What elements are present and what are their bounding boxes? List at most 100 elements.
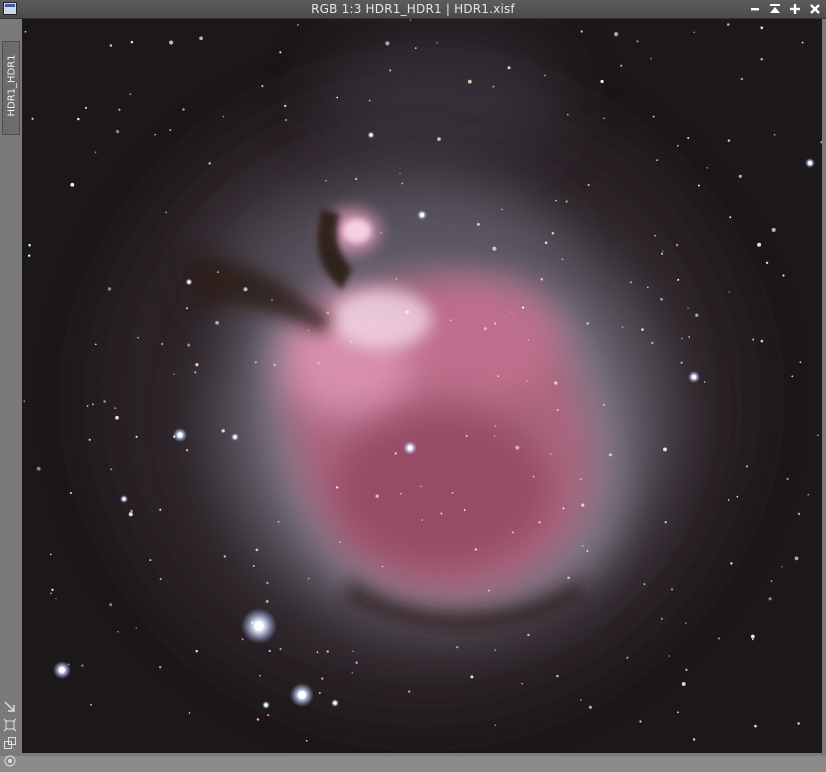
star bbox=[256, 718, 260, 721]
star bbox=[135, 627, 137, 629]
star bbox=[279, 647, 282, 651]
star bbox=[115, 415, 119, 420]
star bbox=[681, 337, 683, 340]
lock-view-button[interactable] bbox=[3, 754, 17, 768]
close-icon bbox=[810, 4, 820, 14]
star bbox=[736, 495, 739, 498]
star bbox=[511, 531, 514, 534]
star bbox=[305, 739, 308, 742]
star bbox=[760, 57, 763, 61]
star bbox=[172, 435, 176, 438]
star bbox=[567, 576, 570, 580]
star bbox=[515, 445, 520, 450]
star bbox=[608, 453, 612, 457]
star bbox=[661, 252, 663, 255]
star bbox=[88, 438, 91, 441]
shade-button[interactable] bbox=[768, 2, 782, 16]
star bbox=[656, 159, 658, 161]
star bbox=[768, 597, 772, 601]
star bbox=[750, 634, 755, 639]
star bbox=[307, 577, 310, 580]
star bbox=[549, 453, 552, 455]
star bbox=[614, 32, 619, 37]
star bbox=[562, 507, 565, 510]
star bbox=[681, 682, 686, 686]
star bbox=[194, 371, 197, 374]
star bbox=[668, 655, 671, 657]
star bbox=[115, 129, 120, 134]
star bbox=[51, 588, 54, 591]
star bbox=[654, 234, 657, 237]
minimize-button[interactable] bbox=[748, 2, 762, 16]
star bbox=[284, 118, 288, 122]
star bbox=[697, 184, 700, 187]
star bbox=[436, 41, 438, 44]
star bbox=[243, 287, 248, 292]
fit-arrow-icon bbox=[4, 701, 15, 712]
star bbox=[476, 222, 480, 226]
star bbox=[268, 649, 271, 653]
star bbox=[375, 494, 379, 498]
star bbox=[222, 115, 225, 118]
star bbox=[538, 521, 541, 524]
star bbox=[165, 211, 168, 214]
star bbox=[757, 242, 762, 247]
star bbox=[114, 407, 117, 409]
star bbox=[259, 674, 261, 677]
star bbox=[252, 564, 255, 568]
star bbox=[463, 509, 466, 511]
star bbox=[726, 23, 730, 26]
star bbox=[408, 690, 411, 693]
star bbox=[754, 724, 757, 728]
image-canvas[interactable] bbox=[22, 19, 822, 753]
star bbox=[31, 117, 34, 120]
nebula-image bbox=[22, 19, 822, 753]
reset-view-button[interactable] bbox=[3, 718, 17, 732]
close-button[interactable] bbox=[808, 2, 822, 16]
star bbox=[494, 322, 497, 325]
star bbox=[650, 57, 652, 60]
star bbox=[215, 320, 219, 325]
star bbox=[130, 509, 133, 513]
star bbox=[695, 313, 699, 317]
window-title: RGB 1:3 HDR1_HDR1 | HDR1.xisf bbox=[311, 2, 515, 16]
star bbox=[223, 555, 226, 558]
star bbox=[586, 322, 589, 325]
star bbox=[492, 85, 495, 88]
maximize-button[interactable] bbox=[788, 2, 802, 16]
star bbox=[169, 40, 174, 45]
star bbox=[67, 663, 70, 666]
star bbox=[782, 274, 785, 277]
star bbox=[36, 466, 41, 471]
star bbox=[266, 581, 269, 585]
star bbox=[543, 74, 546, 77]
star bbox=[807, 493, 809, 496]
clone-view-button[interactable] bbox=[3, 736, 17, 750]
star bbox=[187, 343, 191, 347]
star bbox=[494, 649, 496, 651]
star bbox=[195, 649, 198, 653]
star bbox=[94, 151, 97, 154]
star bbox=[351, 671, 354, 674]
star bbox=[544, 241, 548, 244]
star bbox=[581, 503, 585, 507]
star bbox=[336, 96, 339, 99]
star bbox=[389, 69, 392, 72]
star bbox=[109, 603, 113, 607]
star bbox=[70, 182, 75, 187]
zoom-to-fit-button[interactable] bbox=[3, 700, 17, 714]
star bbox=[794, 556, 799, 561]
star bbox=[159, 666, 162, 669]
star bbox=[137, 336, 139, 339]
star bbox=[588, 705, 592, 709]
window-titlebar[interactable]: RGB 1:3 HDR1_HDR1 | HDR1.xisf bbox=[0, 0, 826, 19]
star bbox=[680, 361, 683, 364]
star bbox=[582, 544, 584, 547]
star bbox=[316, 651, 319, 654]
star bbox=[620, 64, 623, 67]
star bbox=[727, 139, 731, 142]
view-identifier-tab[interactable]: HDR1_HDR1 bbox=[2, 41, 20, 135]
target-icon bbox=[4, 755, 16, 767]
star bbox=[677, 278, 680, 281]
star bbox=[687, 136, 690, 140]
